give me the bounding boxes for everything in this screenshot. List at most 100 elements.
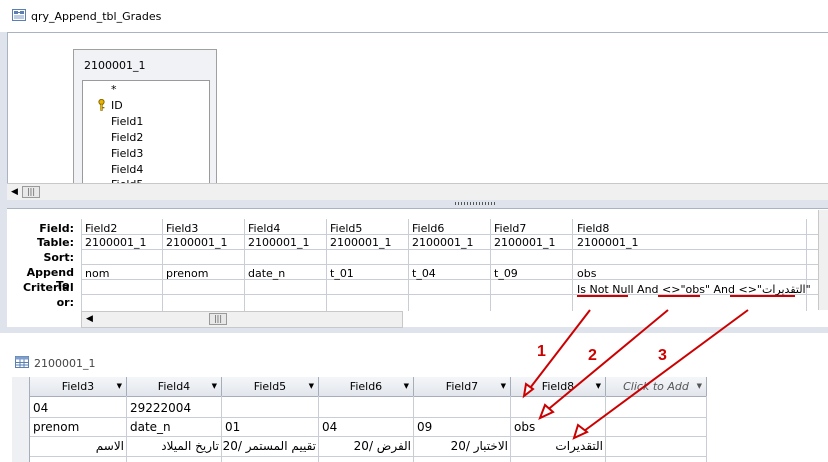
field-cell[interactable]: Field4 (248, 222, 280, 235)
dropdown-arrow-icon[interactable]: ▼ (404, 377, 409, 396)
table-cell[interactable]: 2100001_1 (166, 236, 228, 249)
column-divider (326, 219, 327, 311)
scroll-left-icon[interactable]: ◀ (11, 187, 18, 197)
column-header-label: Field8 (541, 380, 575, 393)
table-cell[interactable]: 2100001_1 (577, 236, 639, 249)
design-grid-vscrollbar[interactable] (818, 210, 828, 310)
field-cell[interactable]: Field7 (494, 222, 526, 235)
record-selector-column[interactable] (12, 377, 30, 462)
table-name: 2100001_1 (84, 59, 146, 72)
append-to-cell[interactable]: t_09 (494, 267, 518, 280)
append-to-cell[interactable]: t_04 (412, 267, 436, 280)
column-header[interactable]: Field8 ▼ (511, 377, 606, 397)
grid-line (81, 249, 828, 250)
column-header-label: Click to Add (623, 380, 689, 393)
scroll-left-icon[interactable]: ◀ (86, 314, 93, 324)
append-to-cell[interactable]: date_n (248, 267, 285, 280)
field-cell[interactable]: Field3 (166, 222, 198, 235)
column-header-label: Field3 (61, 380, 95, 393)
table-cell[interactable]: 04 (322, 420, 337, 434)
splitter-grip-icon[interactable] (455, 202, 495, 205)
column-header[interactable]: Field3 ▼ (30, 377, 127, 397)
table-cell[interactable]: الاختبار /20 (414, 439, 508, 453)
table-cell[interactable]: 01 (225, 420, 240, 434)
append-to-cell[interactable]: nom (85, 267, 109, 280)
table-cell[interactable]: تاريخ الميلاد (127, 439, 219, 453)
field-item-field3[interactable]: Field3 (111, 147, 143, 160)
table-cell[interactable]: obs (514, 420, 535, 434)
column-divider (244, 219, 245, 311)
field-cell[interactable]: Field6 (412, 222, 444, 235)
row-label-table: Table: (36, 236, 74, 249)
grid-line (706, 396, 707, 462)
query-title-bar[interactable]: qry_Append_tbl_Grades (0, 0, 828, 32)
append-to-cell[interactable]: obs (577, 267, 596, 280)
table-cell[interactable]: 29222004 (130, 401, 191, 415)
table-cell[interactable]: 2100001_1 (494, 236, 556, 249)
dropdown-arrow-icon[interactable]: ▼ (697, 377, 702, 396)
column-divider (162, 219, 163, 311)
table-icon (15, 356, 29, 368)
design-grid-hscrollbar[interactable]: ◀ ||| (81, 311, 403, 328)
table-field-list[interactable]: 2100001_1 * ID Field1 Field2 Field3 Fiel… (73, 49, 217, 186)
field-item-field2[interactable]: Field2 (111, 131, 143, 144)
criteria-cell[interactable]: Is Not Null And <>"obs" And <>"التقديرات… (577, 283, 811, 296)
field-item-field4[interactable]: Field4 (111, 163, 143, 176)
field-item-all[interactable]: * (111, 83, 117, 96)
column-header-label: Field7 (445, 380, 479, 393)
dropdown-arrow-icon[interactable]: ▼ (212, 377, 217, 396)
query-title: qry_Append_tbl_Grades (31, 10, 162, 23)
grid-line (81, 264, 828, 265)
row-label-criteria: Criteria: (22, 281, 74, 294)
field-cell[interactable]: Field5 (330, 222, 362, 235)
table-cell[interactable]: 09 (417, 420, 432, 434)
click-to-add-header[interactable]: Click to Add ▼ (606, 377, 707, 397)
dropdown-arrow-icon[interactable]: ▼ (596, 377, 601, 396)
dropdown-arrow-icon[interactable]: ▼ (117, 377, 122, 396)
scroll-thumb[interactable]: ||| (209, 313, 227, 325)
scroll-thumb[interactable]: ||| (22, 186, 40, 198)
table-cell[interactable]: date_n (130, 420, 171, 434)
column-header[interactable]: Field6 ▼ (319, 377, 414, 397)
grid-line (30, 417, 706, 418)
table-cell[interactable]: التقديرات (511, 439, 603, 453)
column-header[interactable]: Field7 ▼ (414, 377, 511, 397)
column-divider (572, 219, 573, 311)
table-cell[interactable]: prenom (33, 420, 79, 434)
row-label-sort: Sort: (43, 251, 74, 264)
column-header-label: Field4 (157, 380, 191, 393)
dropdown-arrow-icon[interactable]: ▼ (501, 377, 506, 396)
table-cell[interactable]: 2100001_1 (248, 236, 310, 249)
field-cell[interactable]: Field2 (85, 222, 117, 235)
column-header-label: Field6 (349, 380, 383, 393)
field-list[interactable]: * ID Field1 Field2 Field3 Field4 Field5 (82, 80, 210, 186)
row-label-or: or: (56, 296, 74, 309)
datasheet-title-bar[interactable] (0, 341, 828, 375)
field-cell[interactable]: Field8 (577, 222, 609, 235)
append-to-cell[interactable]: prenom (166, 267, 208, 280)
table-cell[interactable]: 2100001_1 (330, 236, 392, 249)
column-divider (81, 219, 82, 311)
datasheet-title: 2100001_1 (34, 357, 96, 370)
column-header[interactable]: Field5 ▼ (222, 377, 319, 397)
table-cell[interactable]: الاسم (30, 439, 124, 453)
column-divider (490, 219, 491, 311)
table-cell[interactable]: الفرض /20 (319, 439, 411, 453)
table-cell[interactable]: 2100001_1 (85, 236, 147, 249)
query-icon (12, 9, 26, 21)
pane-splitter[interactable] (7, 200, 828, 208)
table-cell[interactable]: تقييم المستمر /20 (222, 439, 316, 453)
field-item-field1[interactable]: Field1 (111, 115, 143, 128)
append-to-cell[interactable]: t_01 (330, 267, 354, 280)
grid-line (605, 396, 606, 462)
dropdown-arrow-icon[interactable]: ▼ (309, 377, 314, 396)
column-header[interactable]: Field4 ▼ (127, 377, 222, 397)
column-divider (806, 219, 807, 311)
column-header-label: Field5 (253, 380, 287, 393)
row-label-field: Field: (39, 222, 74, 235)
field-item-id[interactable]: ID (111, 99, 123, 112)
grid-line (30, 436, 706, 437)
table-cell[interactable]: 04 (33, 401, 48, 415)
table-cell[interactable]: 2100001_1 (412, 236, 474, 249)
table-pane-hscrollbar[interactable]: ◀ ||| (7, 183, 828, 200)
